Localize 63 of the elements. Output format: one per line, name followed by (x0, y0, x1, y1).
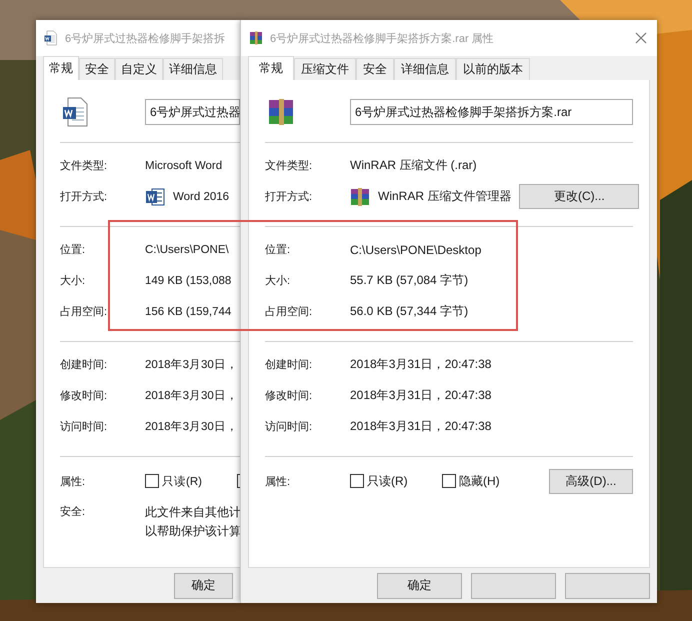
field-label: 修改时间: (265, 389, 314, 403)
tab[interactable]: 安全 (356, 58, 394, 80)
field-value: 2018年3月30日， (145, 420, 238, 434)
change-button[interactable]: 更改(C)... (519, 184, 640, 209)
field-value: C:\Users\PONE\Desktop (350, 242, 482, 256)
field-label: 文件类型: (60, 158, 108, 173)
tab[interactable]: 安全 (79, 58, 115, 80)
field-value: 156 KB (159,744 (145, 306, 232, 318)
field-label: 位置: (265, 243, 292, 257)
field-label: 属性: (265, 474, 292, 488)
field-label: 位置: (60, 243, 86, 257)
document-icon (43, 30, 59, 46)
field-value: 2018年3月31日，20:47:38 (350, 356, 492, 373)
field-value: WinRAR 压缩文件管理器 (378, 188, 512, 205)
file-name-field[interactable]: 6号炉屏式过热器检修脚手架搭拆方案.rar (350, 99, 633, 125)
field-label: 大小: (60, 274, 86, 288)
field-value: 2018年3月31日，20:47:38 (350, 387, 492, 404)
field-label: 创建时间: (265, 358, 314, 372)
tab[interactable]: 常规 (43, 56, 79, 80)
field-value: 2018年3月30日， (145, 358, 238, 372)
checkbox[interactable] (145, 474, 159, 488)
field-value: 56.0 KB (57,344 字节) (350, 303, 468, 320)
field-label: 占用空间: (60, 304, 108, 319)
field-label: 打开方式: (60, 190, 108, 204)
field-label: 大小: (265, 274, 292, 288)
field-label: 属性: (60, 474, 86, 488)
checkbox[interactable] (350, 474, 364, 488)
tab[interactable]: 详细信息 (394, 58, 456, 80)
advanced-button[interactable]: 高级(D)... (549, 468, 633, 494)
ok-button[interactable]: 确定 (174, 572, 233, 598)
books-stack-icon (248, 30, 264, 46)
field-value: 149 KB (153,088 (145, 274, 232, 286)
field-value: 55.7 KB (57,084 字节) (350, 272, 468, 289)
field-value: C:\Users\PONE\ (145, 244, 229, 256)
field-label: 访问时间: (60, 420, 108, 434)
tab[interactable]: 以前的版本 (456, 58, 530, 80)
field-label: 打开方式: (265, 190, 314, 204)
window-title: 6号炉屏式过热器检修脚手架搭拆 (65, 32, 226, 46)
window-title: 6号炉屏式过热器检修脚手架搭拆方案.rar 属性 (270, 32, 494, 46)
field-label: 访问时间: (265, 420, 314, 434)
close-icon[interactable] (635, 32, 647, 44)
tab[interactable]: 详细信息 (163, 58, 223, 80)
field-label: 修改时间: (60, 389, 108, 403)
field-value: Microsoft Word (145, 160, 222, 172)
checkbox-label: 只读(R) (367, 472, 408, 490)
books-stack-icon (350, 188, 370, 206)
field-label: 占用空间: (265, 304, 314, 319)
field-label: 创建时间: (60, 358, 108, 372)
checkbox[interactable] (442, 474, 456, 488)
field-value: 2018年3月31日，20:47:38 (350, 418, 492, 435)
field-value: WinRAR 压缩文件 (.rar) (350, 157, 477, 174)
tab[interactable]: 自定义 (115, 58, 163, 80)
field-value: Word 2016 (173, 190, 230, 202)
field-label: 文件类型: (265, 158, 314, 173)
word-icon (145, 186, 165, 206)
file-name-field[interactable]: 6号炉屏式过热器 (145, 99, 240, 125)
ok-button[interactable]: 确定 (377, 572, 462, 598)
tab[interactable]: 常规 (248, 56, 294, 80)
field-label: 安全: (60, 504, 86, 519)
checkbox-label: 隐藏(H) (459, 472, 500, 490)
checkbox-label: 只读(R) (162, 474, 202, 488)
tab[interactable]: 压缩文件 (294, 58, 356, 80)
field-value: 2018年3月30日， (145, 388, 238, 403)
